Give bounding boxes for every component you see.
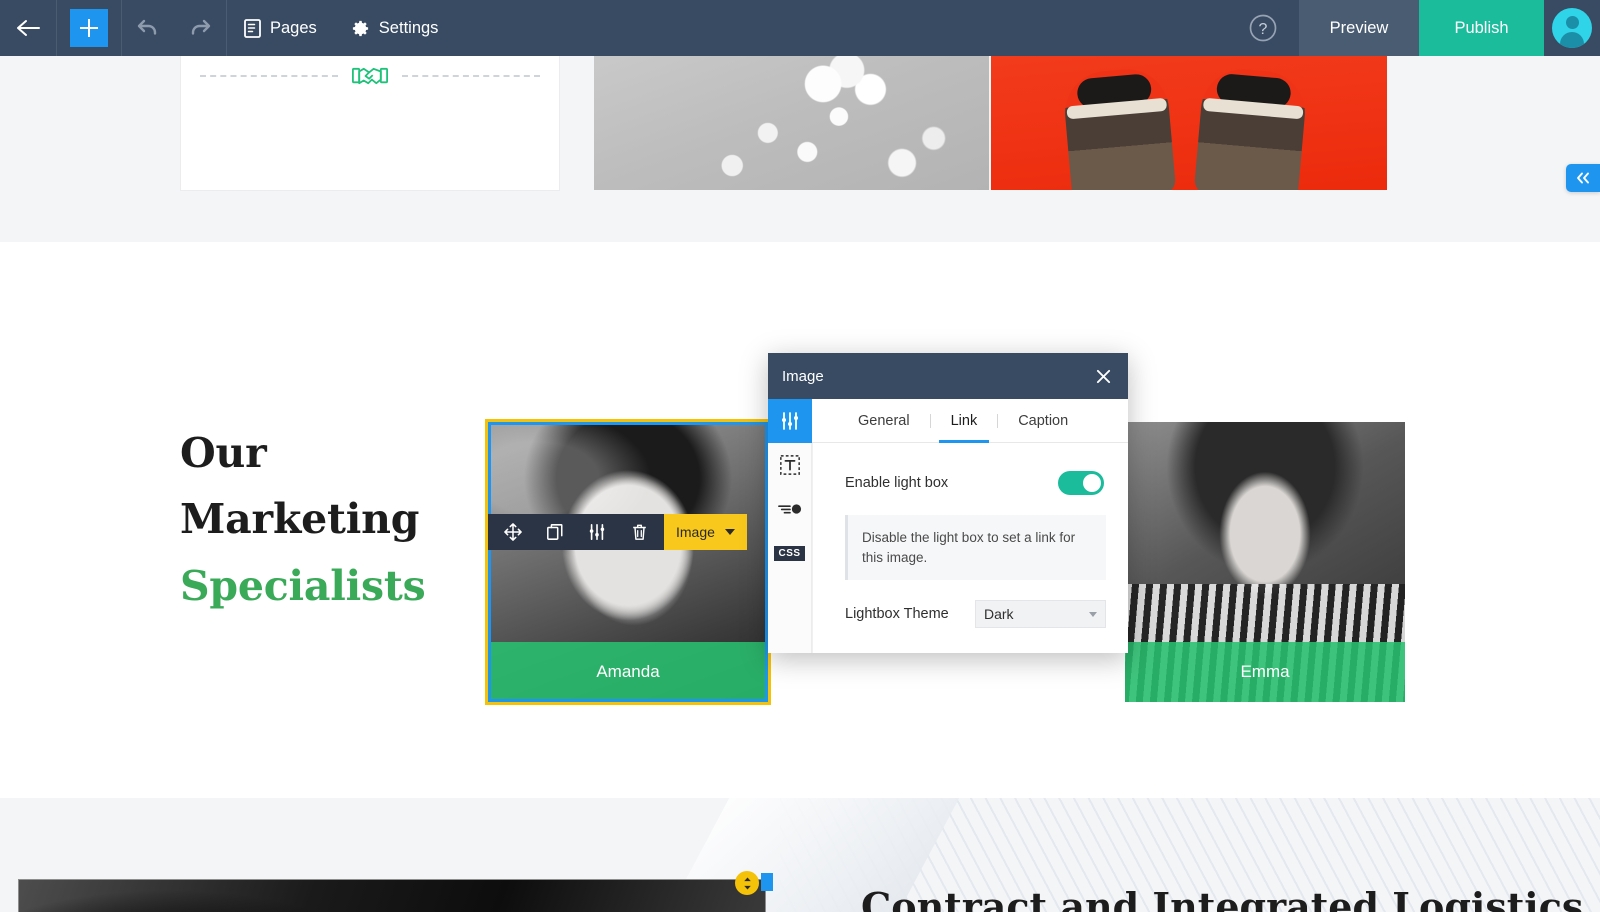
delete-element-button[interactable] [620, 514, 658, 550]
dialog-sidebar-rail: CSS [767, 399, 812, 653]
canvas-section-top [0, 56, 1600, 242]
pages-label: Pages [270, 18, 317, 37]
element-toolbar: Image [488, 514, 747, 550]
heading-line-3: Specialists [180, 561, 426, 610]
rail-item-text[interactable] [768, 443, 812, 487]
shoe-left [1061, 65, 1177, 190]
element-type-label: Image [676, 524, 715, 540]
preview-label: Preview [1329, 18, 1389, 37]
publish-button[interactable]: Publish [1419, 0, 1544, 56]
emma-name: Emma [1240, 662, 1290, 681]
rail-item-animation[interactable] [768, 487, 812, 531]
dialog-title-bar: Image [768, 353, 1128, 399]
pages-button[interactable]: Pages [227, 0, 334, 56]
dialog-main-panel: General Link Caption Enable light box Di… [812, 399, 1128, 653]
close-button[interactable] [1092, 365, 1114, 387]
red-shoes-photo[interactable] [991, 56, 1387, 190]
dialog-tabs: General Link Caption [812, 399, 1128, 443]
undo-button[interactable] [122, 0, 174, 56]
settings-button[interactable]: Settings [334, 0, 456, 56]
element-type-dropdown[interactable]: Image [664, 514, 747, 550]
rail-item-css[interactable]: CSS [768, 531, 812, 575]
caret-down-icon [724, 529, 735, 535]
top-toolbar: Pages Settings ? Preview Publish [0, 0, 1600, 56]
trash-can-icon [632, 524, 646, 540]
tab-caption[interactable]: Caption [998, 399, 1088, 443]
tab-general-label: General [858, 412, 910, 429]
dialog-body: CSS General Link Caption Enable light bo… [767, 399, 1128, 653]
theme-label: Lightbox Theme [845, 606, 949, 623]
plus-icon [80, 19, 98, 37]
theme-selected-value: Dark [984, 606, 1014, 623]
element-settings-button[interactable] [578, 514, 616, 550]
dialog-title: Image [782, 367, 824, 385]
amanda-caption: Amanda [488, 642, 768, 702]
publish-label: Publish [1454, 18, 1509, 37]
settings-label: Settings [378, 18, 439, 37]
resize-handle[interactable] [735, 871, 759, 895]
lightbox-hint-text: Disable the light box to set a link for … [845, 515, 1106, 581]
tab-caption-label: Caption [1018, 412, 1069, 429]
canvas-section-bottom: Contract and Integrated Logistics [0, 798, 1600, 912]
redo-button[interactable] [174, 0, 226, 56]
sliders-settings-icon [781, 412, 798, 430]
heading-line-2: Marketing [180, 495, 420, 544]
handshake-icon [352, 67, 388, 85]
team-card-emma[interactable]: Emma [1125, 422, 1405, 702]
lightbox-theme-row: Lightbox Theme Dark [845, 600, 1106, 629]
lightbox-label: Enable light box [845, 475, 949, 491]
lightbox-theme-select[interactable]: Dark [975, 600, 1106, 629]
user-avatar-icon [1552, 8, 1592, 48]
tab-link-label: Link [950, 412, 978, 429]
tab-link[interactable]: Link [931, 399, 998, 443]
sliders-settings-icon [589, 523, 605, 541]
back-button[interactable] [0, 0, 56, 56]
rail-item-settings[interactable] [767, 399, 812, 443]
lightbox-toggle-row: Enable light box [835, 461, 1106, 501]
add-element-button[interactable] [57, 0, 121, 56]
team-heading[interactable]: Our Marketing Specialists [180, 420, 426, 619]
amanda-name: Amanda [596, 662, 660, 681]
user-avatar-button[interactable] [1544, 0, 1600, 56]
redo-arrow-icon [191, 19, 211, 35]
team-card-amanda[interactable]: Amanda [485, 419, 771, 705]
collapse-panel-button[interactable] [1566, 164, 1600, 192]
tab-general[interactable]: General [838, 399, 930, 443]
arrow-left-icon [17, 20, 40, 36]
image-settings-dialog: Image CSS General Link Caption Enable li… [767, 353, 1128, 653]
handshake-feature-card[interactable] [180, 56, 560, 191]
svg-text:?: ? [1259, 21, 1268, 38]
lightbox-toggle[interactable] [1058, 471, 1104, 495]
dialog-content-link: Enable light box Disable the light box t… [812, 443, 1128, 653]
secondary-handle[interactable] [761, 873, 773, 891]
website-canvas: Our Marketing Specialists Amanda Emma Im… [0, 56, 1600, 912]
duplicate-copy-icon [547, 524, 563, 540]
sugar-cubes-photo[interactable] [594, 56, 989, 190]
text-box-icon [779, 455, 800, 475]
preview-button[interactable]: Preview [1299, 0, 1419, 56]
dashed-rule-left [200, 75, 338, 77]
css-badge-icon: CSS [774, 545, 805, 561]
emma-caption: Emma [1125, 642, 1405, 702]
dashed-rule-right [402, 75, 540, 77]
pages-document-icon [244, 18, 261, 38]
undo-arrow-icon [137, 19, 157, 35]
close-x-icon [1096, 369, 1110, 383]
move-element-button[interactable] [494, 514, 532, 550]
heading-line-1: Our [180, 429, 267, 477]
question-mark-circle-icon: ? [1249, 14, 1277, 42]
chevron-down-icon [1089, 611, 1097, 617]
resize-vertical-icon [743, 876, 751, 890]
dark-desk-photo[interactable] [18, 879, 766, 912]
bottom-heading[interactable]: Contract and Integrated Logistics [861, 884, 1583, 912]
gear-icon [352, 20, 368, 36]
shoe-right [1193, 65, 1309, 190]
chevron-double-left-icon [1577, 172, 1589, 184]
animation-motion-icon [777, 504, 801, 514]
help-button[interactable]: ? [1227, 0, 1299, 56]
duplicate-element-button[interactable] [536, 514, 574, 550]
move-arrows-icon [504, 523, 522, 541]
